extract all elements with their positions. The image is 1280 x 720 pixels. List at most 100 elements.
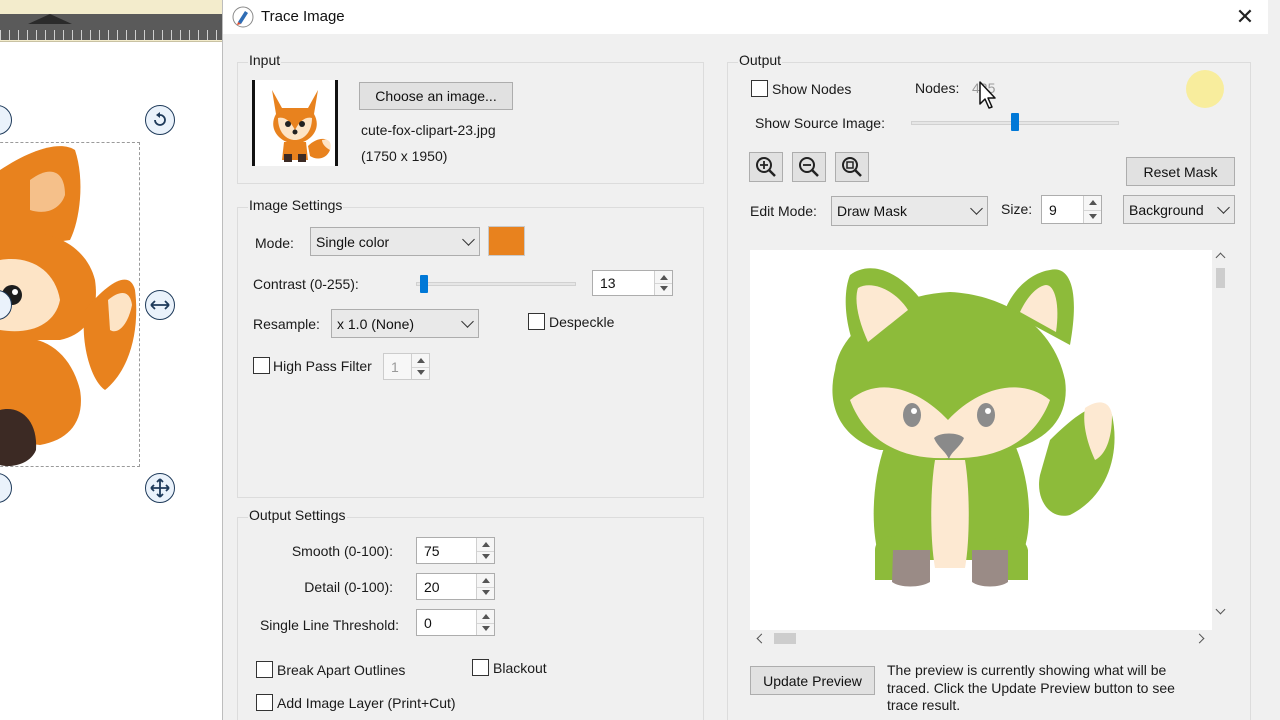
- mode-value: Single color: [316, 233, 390, 250]
- trace-image-dialog: Trace Image ✕ Input Choose an image... c…: [222, 0, 1269, 720]
- trace-app-icon: [232, 6, 254, 28]
- single-line-threshold-input[interactable]: 0: [416, 609, 495, 636]
- high-pass-spin-buttons[interactable]: [411, 354, 429, 379]
- chevron-down-icon: [461, 314, 474, 328]
- brush-size-value: 9: [1049, 201, 1057, 218]
- brush-size-input[interactable]: 9: [1041, 195, 1102, 224]
- zoom-fit-icon: [842, 157, 862, 177]
- background-select[interactable]: Background: [1123, 195, 1235, 224]
- despeckle-label: Despeckle: [549, 314, 615, 330]
- title-bar[interactable]: Trace Image ✕: [223, 0, 1269, 34]
- close-icon: ✕: [1235, 4, 1255, 29]
- ruler-indicator: [28, 14, 72, 24]
- vertical-scroll-thumb[interactable]: [1216, 268, 1225, 288]
- break-apart-outlines-checkbox[interactable]: [256, 661, 273, 678]
- scroll-left-icon[interactable]: [756, 633, 767, 644]
- show-nodes-checkbox[interactable]: [751, 80, 768, 97]
- edit-mode-label: Edit Mode:: [750, 203, 817, 219]
- resample-label: Resample:: [253, 316, 320, 332]
- detail-spin-buttons[interactable]: [476, 574, 494, 599]
- contrast-slider[interactable]: [416, 282, 576, 286]
- dialog-title: Trace Image: [261, 8, 345, 25]
- reset-mask-button[interactable]: Reset Mask: [1126, 157, 1235, 186]
- input-thumbnail: [252, 80, 338, 166]
- add-image-layer-label: Add Image Layer (Print+Cut): [277, 695, 456, 711]
- blackout-checkbox[interactable]: [472, 659, 489, 676]
- ruler-ticks: [0, 30, 222, 40]
- move-icon: [150, 478, 170, 498]
- smooth-value: 75: [424, 542, 440, 559]
- single-line-threshold-value: 0: [424, 614, 432, 631]
- chevron-down-icon: [1217, 200, 1230, 214]
- image-settings-label: Image Settings: [248, 197, 344, 213]
- trace-preview-canvas[interactable]: [750, 250, 1212, 630]
- resize-icon: [150, 300, 170, 310]
- resample-select[interactable]: x 1.0 (None): [331, 309, 479, 338]
- design-canvas[interactable]: [0, 0, 222, 720]
- preview-vertical-scrollbar[interactable]: [1212, 250, 1229, 620]
- selection-handle-top-left[interactable]: [0, 105, 12, 135]
- chevron-down-icon: [970, 202, 983, 215]
- show-source-image-label: Show Source Image:: [755, 115, 885, 131]
- mode-select[interactable]: Single color: [310, 227, 480, 256]
- add-image-layer-checkbox[interactable]: [256, 694, 273, 711]
- mode-color-swatch[interactable]: [488, 226, 525, 256]
- window-edge: [1268, 0, 1280, 720]
- high-pass-filter-value: 1: [391, 358, 399, 375]
- edit-mode-value: Draw Mask: [837, 203, 908, 219]
- output-settings-label: Output Settings: [248, 507, 347, 523]
- output-group-label: Output: [738, 52, 783, 68]
- blackout-label: Blackout: [493, 660, 547, 676]
- scroll-up-icon[interactable]: [1215, 252, 1226, 263]
- input-filename: cute-fox-clipart-23.jpg: [361, 122, 496, 138]
- contrast-slider-thumb[interactable]: [420, 275, 428, 293]
- edit-mode-select[interactable]: Draw Mask: [831, 196, 988, 226]
- choose-image-button[interactable]: Choose an image...: [359, 82, 513, 110]
- scroll-right-icon[interactable]: [1194, 633, 1205, 644]
- mouse-cursor-icon: [979, 81, 996, 109]
- contrast-spin-buttons[interactable]: [654, 271, 672, 295]
- background-value: Background: [1129, 201, 1204, 218]
- threshold-spin-buttons[interactable]: [476, 610, 494, 635]
- move-handle[interactable]: [145, 473, 175, 503]
- smooth-label: Smooth (0-100):: [291, 543, 393, 559]
- selection-box: [0, 142, 140, 467]
- high-pass-filter-label: High Pass Filter: [273, 358, 372, 374]
- show-source-image-slider-thumb[interactable]: [1011, 113, 1019, 131]
- ruler: [0, 0, 222, 42]
- zoom-out-button[interactable]: [792, 152, 826, 182]
- break-apart-outlines-label: Break Apart Outlines: [277, 662, 406, 678]
- detail-label: Detail (0-100):: [304, 579, 393, 595]
- preview-horizontal-scrollbar[interactable]: [750, 630, 1212, 647]
- zoom-in-button[interactable]: [749, 152, 783, 182]
- traced-fox-preview: [832, 268, 1115, 587]
- horizontal-scroll-thumb[interactable]: [774, 633, 796, 644]
- show-nodes-label: Show Nodes: [772, 81, 852, 97]
- high-pass-filter-input[interactable]: 1: [383, 353, 430, 380]
- despeckle-checkbox[interactable]: [528, 313, 545, 330]
- input-dimensions: (1750 x 1950): [361, 148, 448, 164]
- preview-note: The preview is currently showing what wi…: [887, 662, 1175, 713]
- scroll-down-icon[interactable]: [1215, 604, 1226, 615]
- input-group-label: Input: [248, 52, 282, 68]
- smooth-spin-buttons[interactable]: [476, 538, 494, 563]
- smooth-input[interactable]: 75: [416, 537, 495, 564]
- brush-size-spin-buttons[interactable]: [1083, 196, 1101, 223]
- update-preview-label: Update Preview: [763, 672, 862, 689]
- zoom-out-icon: [799, 157, 819, 177]
- resize-width-handle[interactable]: [145, 290, 175, 320]
- reset-mask-label: Reset Mask: [1143, 163, 1218, 180]
- contrast-input[interactable]: 13: [592, 270, 673, 296]
- cursor-highlight: [1186, 70, 1224, 108]
- mode-label: Mode:: [255, 235, 294, 251]
- zoom-fit-button[interactable]: [835, 152, 869, 182]
- chevron-down-icon: [462, 232, 475, 246]
- contrast-value: 13: [600, 275, 616, 291]
- single-line-threshold-label: Single Line Threshold:: [259, 617, 399, 633]
- close-button[interactable]: ✕: [1229, 2, 1261, 32]
- update-preview-button[interactable]: Update Preview: [750, 666, 875, 695]
- high-pass-filter-checkbox[interactable]: [253, 357, 270, 374]
- detail-input[interactable]: 20: [416, 573, 495, 600]
- rotate-handle[interactable]: [145, 105, 175, 135]
- selection-handle-bottom-left[interactable]: [0, 473, 12, 503]
